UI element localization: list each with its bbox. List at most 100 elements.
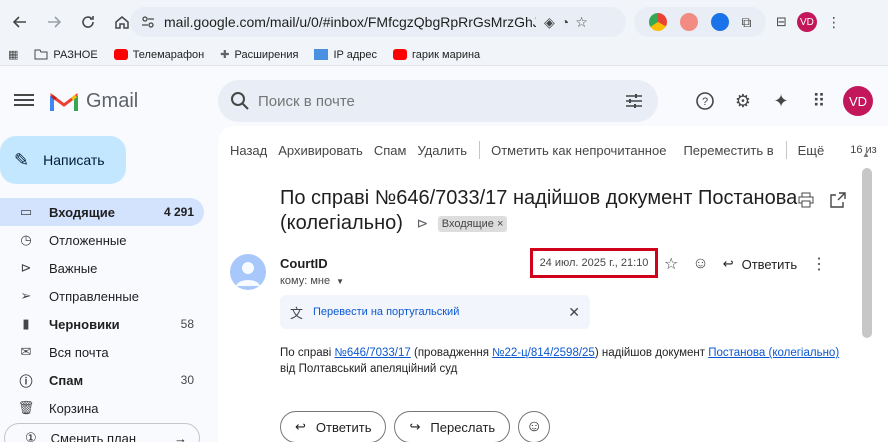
sidebar-item-spam[interactable]: ⓘ Спам 30 (0, 366, 204, 394)
search-input[interactable] (258, 92, 618, 110)
clock-icon: ◷ (20, 232, 32, 247)
important-icon: ⊳ (20, 260, 32, 275)
reply-button-top[interactable]: ↩ Ответить (723, 256, 797, 272)
forward-arrow-icon: ↪ (409, 419, 421, 434)
search-box[interactable] (218, 80, 658, 122)
bookmark-label: гарик марина (412, 48, 481, 61)
message-view: Назад Архивировать Спам Удалить Отметить… (218, 126, 888, 442)
gmail-logo[interactable]: Gmail (50, 90, 138, 113)
apps-grid-icon[interactable]: ⠿ (808, 90, 830, 112)
open-new-window-icon[interactable] (830, 192, 846, 213)
main-menu-icon[interactable] (14, 91, 34, 111)
star-icon[interactable]: ☆ (664, 254, 678, 274)
menu-dots-icon[interactable]: ⋮ (827, 14, 841, 31)
sidebar-item-all-mail[interactable]: ✉ Вся почта (0, 338, 204, 366)
translate-link[interactable]: Перевести на португальский (313, 306, 459, 318)
compose-button[interactable]: ✎ Написать (0, 136, 126, 184)
proceeding-link[interactable]: №22-ц/814/2598/25 (492, 347, 595, 359)
back-button[interactable]: Назад (230, 143, 267, 158)
forward-button[interactable]: ↪ Переслать (394, 411, 511, 442)
emoji-button[interactable]: ☺ (518, 411, 551, 442)
scrollbar-thumb[interactable] (862, 168, 872, 338)
sidebar-item-drafts[interactable]: ▮ Черновики 58 (0, 310, 204, 338)
bookmark-label: РАЗНОЕ (53, 48, 98, 61)
recipient-line[interactable]: кому: мне ▼ (280, 275, 344, 287)
chevron-down-icon[interactable]: ▼ (336, 277, 344, 286)
inbox-label-chip[interactable]: Входящие × (437, 215, 508, 232)
sender-name[interactable]: CourtID (280, 256, 328, 271)
plan-label: Сменить план (50, 430, 137, 442)
trash-icon: 🗑 (17, 400, 35, 415)
archive-button[interactable]: Архивировать (278, 143, 363, 158)
settings-gear-icon[interactable]: ⚙ (732, 90, 754, 112)
performance-icon[interactable]: ◔ (561, 14, 569, 31)
sidebar-item-label: Черновики (49, 316, 120, 332)
folder-icon (34, 49, 48, 60)
sidebar-item-snoozed[interactable]: ◷ Отложенные (0, 226, 204, 254)
delete-button[interactable]: Удалить (417, 143, 467, 158)
emoji-react-icon[interactable]: ☺ (692, 255, 708, 273)
sidebar-item-sent[interactable]: ➢ Отправленные (0, 282, 204, 310)
cast-icon[interactable]: ◈ (544, 14, 555, 31)
arrow-right-icon: → (174, 430, 187, 442)
remove-label-icon[interactable]: × (497, 218, 503, 230)
important-marker-icon[interactable]: ⊳ (416, 211, 428, 236)
draft-icon: ▮ (22, 316, 30, 331)
label-text: Входящие (441, 217, 494, 230)
bookmark-item[interactable]: Телемарафон (113, 49, 204, 61)
document-link[interactable]: Постанова (колегіально) (708, 347, 839, 359)
bookmark-item[interactable]: РАЗНОЕ (34, 48, 98, 61)
bookmark-item[interactable]: гарик марина (393, 49, 480, 61)
back-arrow-icon[interactable] (6, 8, 34, 36)
scroll-up-icon[interactable]: ▲ (862, 150, 870, 159)
forward-button-label: Переслать (430, 419, 496, 435)
case-number-link[interactable]: №646/7033/17 (335, 347, 411, 359)
search-options-icon[interactable] (624, 91, 644, 111)
search-icon[interactable] (230, 91, 250, 111)
print-icon[interactable] (798, 192, 814, 213)
gemini-sparkle-icon[interactable]: ✦ (770, 90, 792, 112)
sidebar-item-label: Входящие (49, 204, 115, 220)
profile-avatar[interactable]: VD (796, 12, 817, 32)
body-text: від Полтавський апеляційний суд (280, 363, 458, 375)
reload-icon[interactable] (74, 8, 102, 36)
gmail-wordmark: Gmail (86, 90, 139, 112)
youtube-icon (393, 49, 407, 60)
toolbar-divider (785, 141, 787, 159)
help-icon[interactable]: ? (694, 90, 716, 112)
svg-text:?: ? (702, 96, 708, 108)
forward-arrow-icon[interactable] (40, 8, 68, 36)
close-icon[interactable]: ✕ (568, 304, 580, 321)
infinity-ext-icon[interactable] (679, 13, 698, 31)
pencil-icon: ✎ (14, 149, 30, 170)
spam-count: 30 (180, 373, 194, 387)
url-text[interactable]: mail.google.com/mail/u/0/#inbox/FMfcgzQb… (164, 14, 536, 30)
sidebar-item-trash[interactable]: 🗑 Корзина (0, 394, 204, 422)
recipient-text: кому: мне (280, 275, 331, 287)
plan-icon: ① (25, 430, 37, 442)
sidebar-item-important[interactable]: ⊳ Важные (0, 254, 204, 282)
reply-label: Ответить (741, 256, 798, 272)
more-button[interactable]: Ещё (798, 143, 825, 158)
change-plan-button[interactable]: ① Сменить план → (4, 423, 200, 442)
apps-grid-icon[interactable]: ▦ (8, 48, 18, 61)
bookmark-item[interactable]: ✚ Расширения (220, 48, 298, 62)
sender-avatar[interactable] (230, 254, 266, 290)
site-settings-icon[interactable] (136, 15, 160, 29)
move-to-button[interactable]: Переместить в (683, 143, 773, 158)
bookmark-item[interactable]: IP адрес (314, 49, 377, 61)
puzzle-extensions-icon[interactable]: ⧉ (742, 14, 752, 31)
spam-button[interactable]: Спам (374, 143, 407, 158)
reply-button[interactable]: ↩ Ответить (280, 411, 387, 442)
sidebar-item-inbox[interactable]: ▭ Входящие 4 291 (0, 198, 204, 226)
shazam-ext-icon[interactable] (710, 13, 729, 31)
tab-search-icon[interactable]: ⊟ (776, 14, 787, 30)
chrome-ext-icon[interactable] (648, 13, 667, 31)
mark-unread-button[interactable]: Отметить как непрочитанное (491, 143, 666, 158)
bookmark-star-icon[interactable]: ☆ (575, 14, 588, 31)
inbox-icon: ▭ (19, 204, 33, 219)
address-bar[interactable]: mail.google.com/mail/u/0/#inbox/FMfcgzQb… (130, 7, 626, 37)
send-icon: ➢ (20, 288, 32, 303)
more-options-icon[interactable]: ⋮ (811, 254, 827, 274)
account-avatar[interactable]: VD (843, 86, 873, 116)
